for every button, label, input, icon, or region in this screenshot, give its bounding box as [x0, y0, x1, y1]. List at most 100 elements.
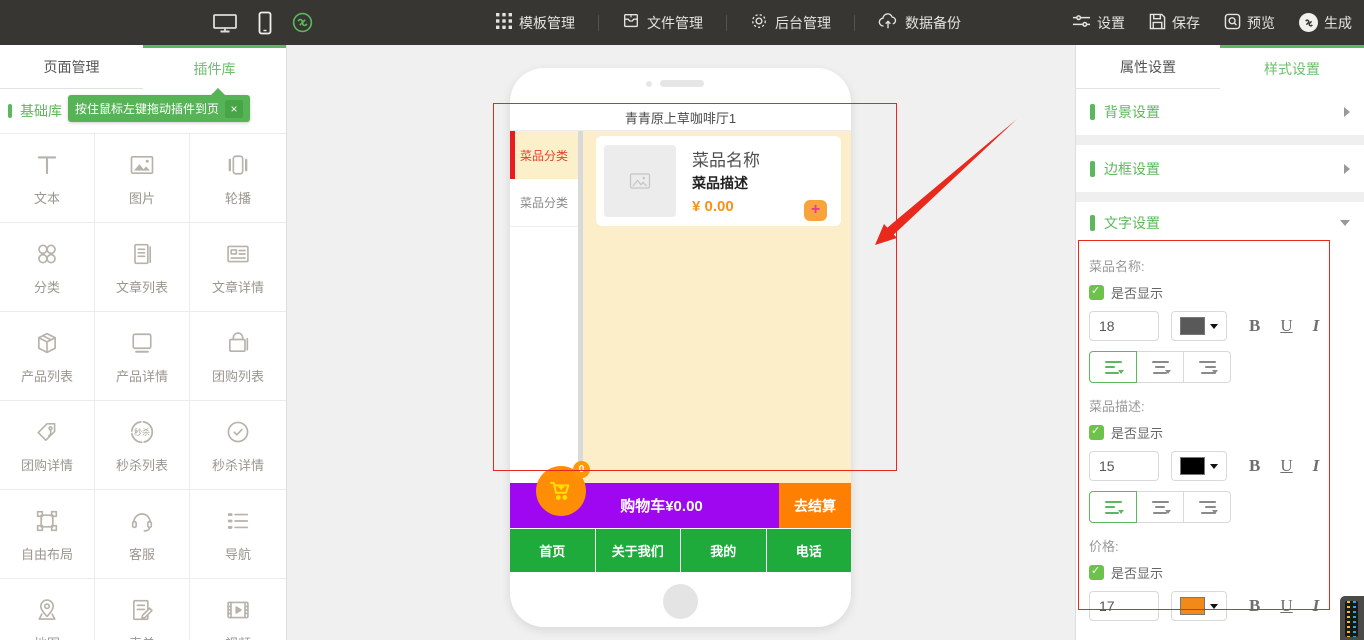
color-picker-price[interactable]	[1171, 591, 1227, 621]
menu-template-manage[interactable]: 模板管理	[494, 13, 577, 33]
plugin-item-category[interactable]: 分类	[0, 223, 95, 312]
underline-button[interactable]: U	[1280, 316, 1292, 336]
plugin-item-service[interactable]: 客服	[95, 490, 190, 579]
section-border-settings[interactable]: 边框设置	[1076, 145, 1364, 192]
section-marker	[1090, 161, 1095, 177]
section-background-settings[interactable]: 背景设置	[1076, 89, 1364, 135]
list-icon	[224, 506, 252, 536]
bold-button[interactable]: B	[1249, 596, 1260, 616]
show-checkbox[interactable]	[1089, 565, 1104, 580]
desktop-icon[interactable]	[212, 11, 238, 35]
plugin-item-product-detail[interactable]: 产品详情	[95, 312, 190, 401]
menu-data-backup[interactable]: 数据备份	[876, 12, 963, 33]
category-item-active[interactable]: 菜品分类	[510, 131, 578, 179]
underline-button[interactable]: U	[1280, 456, 1292, 476]
floating-widget[interactable]	[1340, 596, 1364, 640]
font-size-input-dish-name[interactable]	[1089, 311, 1159, 341]
tab-page-manage[interactable]: 页面管理	[0, 45, 143, 89]
bold-button[interactable]: B	[1249, 316, 1260, 336]
map-pin-icon	[33, 595, 61, 625]
groupbuy-list-icon	[224, 328, 252, 358]
bold-button[interactable]: B	[1249, 456, 1260, 476]
menu-backend-manage[interactable]: 后台管理	[748, 12, 833, 33]
plugin-item-free-layout[interactable]: 自由布局	[0, 490, 95, 579]
category-icon	[33, 239, 61, 269]
checkout-button[interactable]: 去结算	[779, 483, 851, 528]
font-size-input-price[interactable]	[1089, 591, 1159, 621]
italic-button[interactable]: I	[1313, 596, 1320, 616]
tooltip-text: 按住鼠标左键拖动插件到页	[75, 100, 219, 117]
show-checkbox[interactable]	[1089, 425, 1104, 440]
plugin-item-video[interactable]: 视频	[190, 579, 286, 640]
close-icon[interactable]: ×	[225, 100, 243, 118]
italic-button[interactable]: I	[1313, 456, 1320, 476]
plugin-item-seckill-list[interactable]: 秒杀 秒杀列表	[95, 401, 190, 490]
dish-card[interactable]: 菜品名称 菜品描述 ¥ 0.00 +	[596, 136, 841, 226]
plugin-item-text[interactable]: 文本	[0, 134, 95, 223]
cloud-upload-icon	[878, 12, 898, 33]
cart-count-badge: 0	[573, 461, 590, 478]
mobile-icon[interactable]	[258, 11, 272, 35]
topbar: 模板管理 文件管理 后台管理 数据备份 设置	[0, 0, 1364, 45]
preview-button[interactable]: 预览	[1224, 13, 1275, 33]
align-center-button[interactable]	[1136, 491, 1184, 523]
menu-divider	[726, 15, 727, 31]
align-left-button[interactable]	[1089, 491, 1137, 523]
shop-title-bar[interactable]: 青青原上草咖啡厅1	[510, 104, 851, 131]
plugin-item-groupbuy-detail[interactable]: 团购详情	[0, 401, 95, 490]
nav-item-home[interactable]: 首页	[510, 529, 596, 572]
font-size-input-dish-desc[interactable]	[1089, 451, 1159, 481]
align-right-button[interactable]	[1183, 491, 1231, 523]
show-label: 是否显示	[1111, 563, 1163, 582]
cart-icon	[547, 477, 575, 505]
tooltip-arrow	[210, 88, 226, 96]
chevron-down-icon	[1340, 220, 1350, 226]
menu-component[interactable]: 菜品分类 菜品分类 菜品名称 菜品描述 ¥ 0.00 +	[510, 131, 851, 484]
base-library-label: 基础库	[20, 101, 62, 121]
align-left-button[interactable]	[1089, 351, 1137, 383]
plugin-item-carousel[interactable]: 轮播	[190, 134, 286, 223]
plugin-item-nav[interactable]: 导航	[190, 490, 286, 579]
add-to-cart-button[interactable]: +	[804, 200, 827, 221]
nav-item-mine[interactable]: 我的	[681, 529, 767, 572]
plugin-item-article-list[interactable]: 文章列表	[95, 223, 190, 312]
nav-item-about[interactable]: 关于我们	[596, 529, 682, 572]
category-item[interactable]: 菜品分类	[510, 179, 578, 227]
color-picker-dish-name[interactable]	[1171, 311, 1227, 341]
dish-list-area: 菜品名称 菜品描述 ¥ 0.00 +	[583, 131, 851, 484]
align-right-button[interactable]	[1183, 351, 1231, 383]
caret-down-icon	[1210, 464, 1218, 469]
plugin-item-groupbuy-list[interactable]: 团购列表	[190, 312, 286, 401]
bottom-nav: 首页 关于我们 我的 电话	[510, 529, 851, 572]
menu-file-manage[interactable]: 文件管理	[620, 12, 705, 33]
right-panel-tabs: 属性设置 样式设置	[1076, 45, 1364, 89]
color-picker-dish-desc[interactable]	[1171, 451, 1227, 481]
image-icon	[127, 150, 157, 180]
carousel-icon	[224, 150, 252, 180]
tab-style-settings[interactable]: 样式设置	[1220, 45, 1364, 89]
tab-plugin-library[interactable]: 插件库	[143, 45, 286, 89]
nav-item-phone[interactable]: 电话	[767, 529, 852, 572]
product-list-icon	[33, 328, 61, 358]
save-button[interactable]: 保存	[1149, 13, 1200, 33]
plugin-item-seckill-detail[interactable]: 秒杀详情	[190, 401, 286, 490]
topbar-actions: 设置 保存 预览 生成	[1072, 0, 1352, 45]
link-icon[interactable]	[292, 12, 313, 33]
free-layout-icon	[33, 506, 61, 536]
device-toggle-group	[212, 0, 313, 45]
show-checkbox[interactable]	[1089, 285, 1104, 300]
section-text-settings[interactable]: 文字设置	[1076, 202, 1364, 244]
plugin-item-product-list[interactable]: 产品列表	[0, 312, 95, 401]
plugin-item-map[interactable]: 地图	[0, 579, 95, 640]
phone-camera-dot	[646, 81, 652, 87]
settings-button[interactable]: 设置	[1072, 13, 1125, 33]
underline-button[interactable]: U	[1280, 596, 1292, 616]
align-center-button[interactable]	[1136, 351, 1184, 383]
plugin-item-image[interactable]: 图片	[95, 134, 190, 223]
show-label: 是否显示	[1111, 423, 1163, 442]
tab-attribute-settings[interactable]: 属性设置	[1076, 45, 1220, 89]
italic-button[interactable]: I	[1313, 316, 1320, 336]
generate-button[interactable]: 生成	[1299, 13, 1352, 33]
plugin-item-form[interactable]: 表单	[95, 579, 190, 640]
plugin-item-article-detail[interactable]: 文章详情	[190, 223, 286, 312]
